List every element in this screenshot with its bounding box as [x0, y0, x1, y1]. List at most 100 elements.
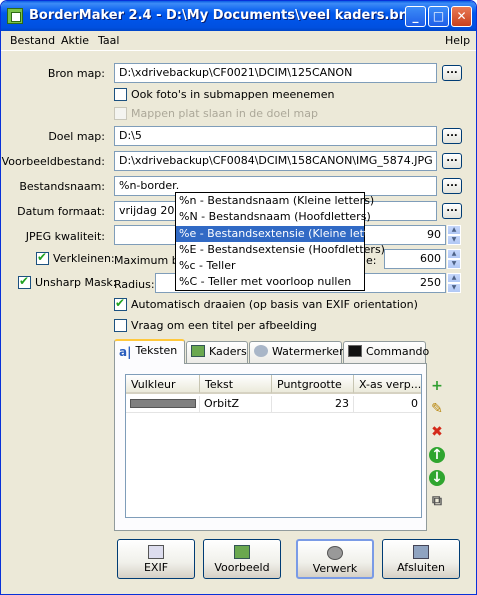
verkleinen-checkbox[interactable]: ✔ — [36, 250, 49, 265]
bron-map-label: Bron map: — [47, 67, 105, 80]
titel-checkbox[interactable] — [114, 319, 127, 332]
edit-icon[interactable]: ✎ — [429, 401, 445, 417]
unsharp-label: Unsharp Mask: — [35, 276, 117, 289]
checkmark-icon: ✔ — [37, 250, 48, 264]
auto-draaien-checkbox[interactable]: ✔ — [114, 296, 127, 311]
bron-browse-button[interactable]: ... — [442, 65, 462, 81]
table-cell-tekst[interactable]: OrbitZ — [200, 396, 272, 413]
maximize-button[interactable]: □ — [428, 6, 449, 27]
plat-slaan-checkbox[interactable] — [114, 107, 127, 120]
tab-commando[interactable]: Commando — [343, 341, 430, 363]
voorbeeld-label: Voorbeeldbestand: — [1, 155, 105, 168]
copy-icon[interactable]: ⧉ — [429, 493, 445, 509]
max-breedte-field[interactable]: 600 — [384, 249, 446, 269]
unsharp-checkbox[interactable]: ✔ — [18, 274, 31, 289]
app-icon — [7, 8, 23, 24]
delete-icon[interactable]: ✖ — [429, 424, 445, 440]
teksten-grid: Vulkleur Tekst Puntgrootte X-as verp... … — [125, 374, 422, 518]
afsluiten-button[interactable]: Afsluiten — [382, 539, 460, 579]
voorbeeld-field[interactable]: D:\xdrivebackup\CF0084\DCIM\158CANON\IMG… — [114, 151, 437, 171]
column-header-puntgrootte[interactable]: Puntgrootte — [272, 375, 354, 394]
tab-teksten[interactable]: a| Teksten — [114, 339, 185, 364]
exit-door-icon — [413, 545, 429, 559]
tab-watermerken[interactable]: Watermerken — [249, 341, 346, 363]
spin-up-icon[interactable]: ▲ — [447, 225, 461, 235]
color-swatch — [130, 399, 196, 408]
spin-down-icon[interactable]: ▼ — [447, 235, 461, 245]
dropdown-item[interactable]: %c - Teller — [176, 258, 364, 274]
voorbeeld-button-label: Voorbeeld — [214, 561, 270, 574]
picture-icon — [191, 345, 205, 357]
voorbeeld-button[interactable]: Voorbeeld — [203, 539, 281, 579]
dropdown-item[interactable]: %n - Bestandsnaam (Kleine letters) — [176, 193, 374, 209]
minimize-button[interactable]: _ — [405, 6, 426, 27]
max-breedte-spinner[interactable]: ▲ ▼ — [447, 249, 461, 269]
bron-map-field[interactable]: D:\xdrivebackup\CF0021\DCIM\125CANON — [114, 63, 437, 83]
menu-bar: Bestand Aktie Taal Help — [1, 31, 476, 51]
checkmark-icon: ✔ — [19, 274, 30, 288]
plat-slaan-label: Mappen plat slaan in de doel map — [131, 107, 318, 120]
submappen-label: Ook foto's in submappen meenemen — [131, 88, 335, 101]
window-title: BorderMaker 2.4 - D:\My Documents\veel k… — [29, 8, 415, 23]
exif-icon — [148, 545, 164, 559]
add-icon[interactable]: + — [429, 378, 445, 394]
doel-map-label: Doel map: — [48, 130, 105, 143]
title-bar[interactable]: BorderMaker 2.4 - D:\My Documents\veel k… — [1, 1, 476, 31]
datum-options-button[interactable]: ... — [442, 203, 462, 219]
close-button[interactable]: ✕ — [451, 6, 472, 27]
dropdown-item[interactable]: %C - Teller met voorloop nullen — [176, 274, 364, 290]
verwerk-button[interactable]: Verwerk — [296, 539, 374, 579]
tab-kaders[interactable]: Kaders — [186, 341, 248, 363]
exif-button-label: EXIF — [143, 561, 169, 574]
tab-label: Kaders — [209, 345, 247, 358]
submappen-checkbox[interactable] — [114, 88, 127, 101]
verkleinen-label: Verkleinen: — [53, 252, 115, 265]
move-down-icon[interactable]: ↓ — [429, 470, 445, 486]
gear-icon — [327, 546, 343, 560]
dropdown-item-selected[interactable]: %e - Bestandsextensie (Kleine letters) — [176, 225, 390, 242]
menu-aktie[interactable]: Aktie — [61, 34, 89, 47]
tab-label: Commando — [366, 345, 430, 358]
column-header-tekst[interactable]: Tekst — [200, 375, 272, 394]
max-suffix-label: e: — [366, 254, 377, 267]
table-cell-xas[interactable]: 0 — [354, 396, 421, 413]
text-icon: a| — [119, 345, 132, 359]
checkmark-icon: ✔ — [115, 296, 126, 310]
spin-down-icon[interactable]: ▼ — [447, 283, 461, 293]
dropdown-item[interactable]: %E - Bestandsextensie (Hoofdletters) — [176, 242, 385, 258]
console-icon — [348, 345, 362, 357]
auto-draaien-label: Automatisch draaien (op basis van EXIF o… — [131, 298, 418, 311]
tab-label: Watermerken — [272, 345, 347, 358]
move-up-icon[interactable]: ↑ — [429, 447, 445, 463]
spin-up-icon[interactable]: ▲ — [447, 249, 461, 259]
bestandsnaam-options-button[interactable]: ... — [442, 178, 462, 194]
spin-down-icon[interactable]: ▼ — [447, 259, 461, 269]
main-window: BorderMaker 2.4 - D:\My Documents\veel k… — [0, 0, 477, 595]
radius-spinner[interactable]: ▲ ▼ — [447, 273, 461, 293]
radius-label: Radius: — [114, 278, 155, 291]
bestandsnaam-dropdown: %n - Bestandsnaam (Kleine letters) %N - … — [175, 192, 390, 291]
spin-up-icon[interactable]: ▲ — [447, 273, 461, 283]
doel-browse-button[interactable]: ... — [442, 128, 462, 144]
menu-bestand[interactable]: Bestand — [10, 34, 55, 47]
watermark-icon — [254, 345, 268, 357]
titel-label: Vraag om een titel per afbeelding — [131, 319, 317, 332]
menu-help[interactable]: Help — [445, 34, 470, 47]
column-header-xas[interactable]: X-as verp... — [354, 375, 421, 394]
tab-label: Teksten — [135, 344, 178, 357]
exif-button[interactable]: EXIF — [117, 539, 195, 579]
table-cell-puntgrootte[interactable]: 23 — [272, 396, 354, 413]
bestandsnaam-label: Bestandsnaam: — [19, 180, 105, 193]
jpeg-spinner[interactable]: ▲ ▼ — [447, 225, 461, 245]
menu-taal[interactable]: Taal — [98, 34, 119, 47]
column-header-vulkleur[interactable]: Vulkleur — [126, 375, 200, 394]
dropdown-item[interactable]: %N - Bestandsnaam (Hoofdletters) — [176, 209, 371, 225]
doel-map-field[interactable]: D:\5 — [114, 126, 437, 146]
voorbeeld-browse-button[interactable]: ... — [442, 153, 462, 169]
preview-icon — [234, 545, 250, 559]
datum-label: Datum formaat: — [17, 205, 105, 218]
jpeg-label: JPEG kwaliteit: — [25, 230, 105, 243]
table-cell-color[interactable] — [126, 396, 200, 413]
afsluiten-button-label: Afsluiten — [397, 561, 445, 574]
verwerk-button-label: Verwerk — [312, 562, 358, 575]
